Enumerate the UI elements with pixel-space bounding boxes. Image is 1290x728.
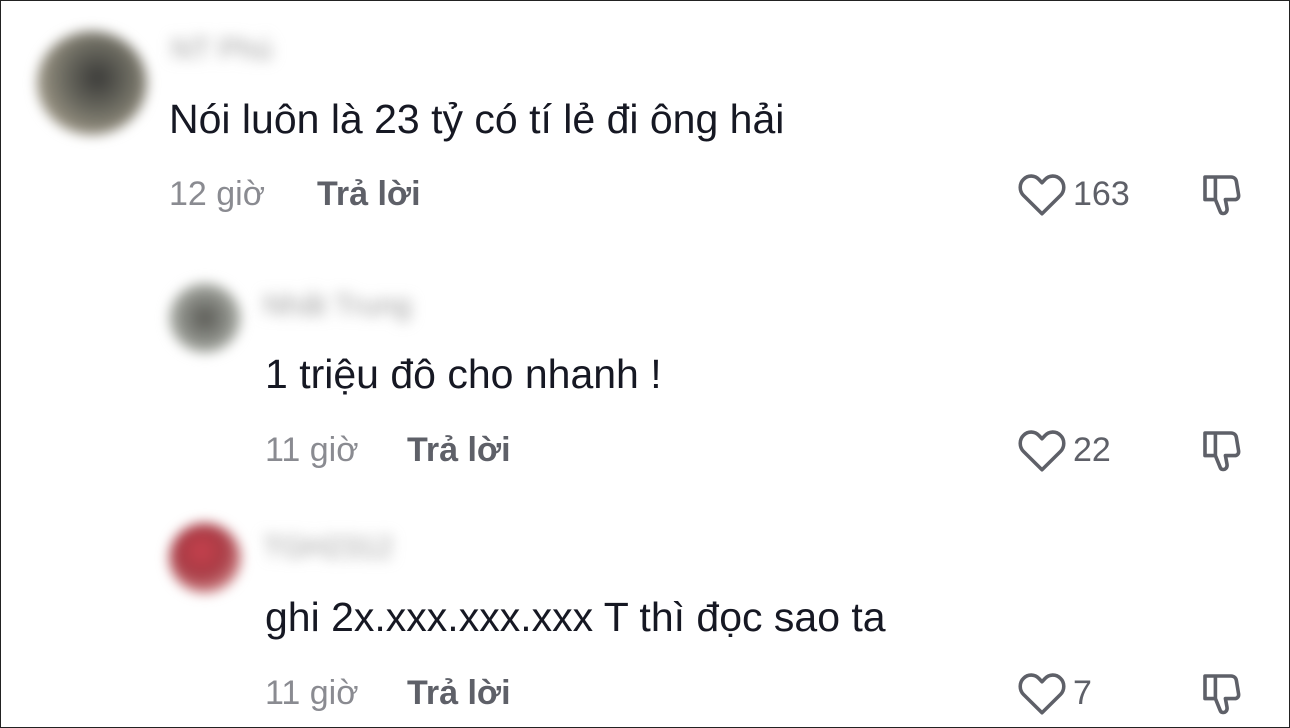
avatar[interactable] bbox=[37, 31, 147, 135]
comment-timestamp: 12 giờ bbox=[169, 175, 266, 213]
comment-text: 1 triệu đô cho nhanh ! bbox=[265, 351, 662, 397]
comment-timestamp: 11 giờ bbox=[265, 674, 359, 712]
thumbs-down-icon[interactable] bbox=[1197, 670, 1245, 718]
like-button[interactable]: 22 bbox=[1017, 425, 1111, 475]
like-button[interactable]: 7 bbox=[1017, 668, 1092, 718]
comment-thread: NT Phú Nói luôn là 23 tỷ có tí lẻ đi ông… bbox=[0, 0, 1290, 728]
thumbs-down-icon[interactable] bbox=[1197, 171, 1245, 219]
heart-outline-icon bbox=[1018, 430, 1066, 472]
reply-button[interactable]: Trả lời bbox=[407, 430, 511, 470]
comment-username[interactable]: NT Phú bbox=[171, 33, 272, 67]
heart-outline-icon bbox=[1018, 673, 1066, 715]
comment-timestamp: 11 giờ bbox=[265, 431, 359, 469]
heart-outline-icon bbox=[1018, 174, 1066, 216]
comment-username[interactable]: TGH2312 bbox=[263, 531, 393, 565]
comment-text: Nói luôn là 23 tỷ có tí lẻ đi ông hải bbox=[169, 96, 785, 142]
like-count: 7 bbox=[1073, 674, 1092, 712]
avatar[interactable] bbox=[169, 283, 241, 353]
comment-text: ghi 2x.xxx.xxx.xxx T thì đọc sao ta bbox=[265, 594, 886, 640]
reply-button[interactable]: Trả lời bbox=[407, 673, 511, 713]
avatar[interactable] bbox=[169, 523, 241, 593]
reply-button[interactable]: Trả lời bbox=[317, 174, 421, 214]
thumbs-down-icon[interactable] bbox=[1197, 427, 1245, 475]
like-count: 22 bbox=[1073, 431, 1111, 469]
comment-username[interactable]: Nhất Trung bbox=[263, 289, 411, 323]
like-button[interactable]: 163 bbox=[1017, 169, 1130, 219]
like-count: 163 bbox=[1073, 175, 1130, 213]
